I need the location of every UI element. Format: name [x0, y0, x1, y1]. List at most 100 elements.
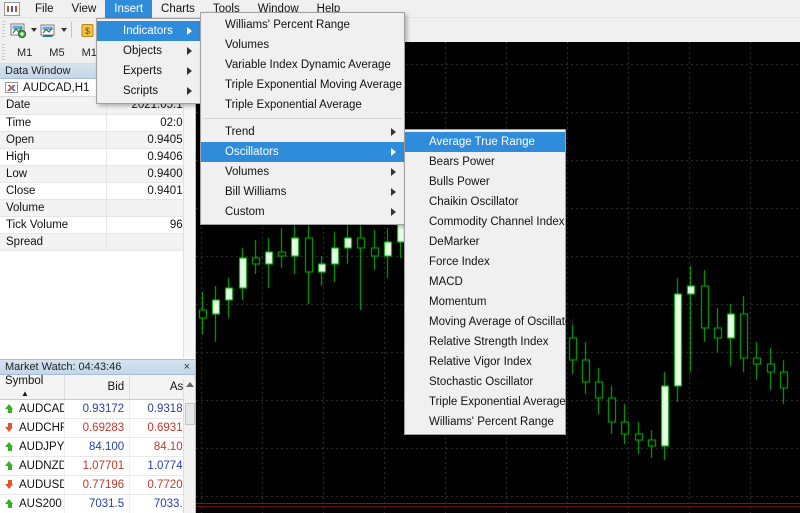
market-watch-header-row: Symbol ▲ Bid Ask [0, 375, 195, 400]
insert-menu-item-scripts[interactable]: Scripts [97, 81, 200, 101]
market-watch-row[interactable]: AUDUSD 0.77196 0.77201 [0, 475, 195, 495]
market-watch-table: Symbol ▲ Bid Ask AUDCAD 0.93172 0.93182 AUD… [0, 375, 195, 513]
toolbar-grip[interactable] [2, 21, 5, 39]
menu-insert[interactable]: Insert [105, 0, 153, 18]
data-window-value: 0 [106, 199, 195, 217]
symbol-cell: AUDNZD [0, 456, 66, 476]
data-window-scrollbar[interactable] [183, 64, 195, 358]
menu-item-label: Commodity Channel Index [429, 216, 565, 228]
oscillators-menu-item-momentum[interactable]: Momentum [405, 292, 565, 312]
symbol-label: AUDUSD [19, 479, 65, 491]
oscillators-menu-item-macd[interactable]: MACD [405, 272, 565, 292]
menu-item-label: Relative Strength Index [429, 336, 549, 348]
oscillators-menu-item-williams-percent-range[interactable]: Williams' Percent Range [405, 412, 565, 432]
menu-item-label: Force Index [429, 256, 490, 268]
submenu-arrow-icon [187, 27, 192, 35]
timeframe-m5[interactable]: M5 [42, 45, 71, 61]
indicators-menu-item-variable-index-dynamic-average[interactable]: Variable Index Dynamic Average [201, 55, 404, 75]
indicators-menu-item-custom[interactable]: Custom [201, 202, 404, 222]
oscillators-menu-item-bears-power[interactable]: Bears Power [405, 152, 565, 172]
oscillators-menu-item-moving-average-of-oscillator[interactable]: Moving Average of Oscillator [405, 312, 575, 332]
menu-item-label: Momentum [429, 296, 487, 308]
chart-symbol-icon [5, 82, 18, 93]
oscillators-menu-item-demarker[interactable]: DeMarker [405, 232, 565, 252]
column-header-bid[interactable]: Bid [64, 375, 131, 400]
data-window-value: 0.94067 [106, 148, 195, 166]
data-window-table: Date 2021.05.19 Time 02:00 Open 0.94056 High 0.… [0, 97, 195, 251]
oscillators-menu-item-stochastic-oscillator[interactable]: Stochastic Oscillator [405, 372, 565, 392]
new-order-icon[interactable]: $ [77, 20, 98, 40]
price-up-icon [5, 461, 14, 470]
oscillators-menu-item-relative-strength-index[interactable]: Relative Strength Index [405, 332, 565, 352]
column-header-symbol[interactable]: Symbol ▲ [0, 375, 66, 400]
toolbar-separator [71, 22, 72, 38]
timeframe-grip[interactable] [2, 43, 5, 62]
oscillators-menu-item-relative-vigor-index[interactable]: Relative Vigor Index [405, 352, 565, 372]
indicators-menu-item-oscillators[interactable]: Oscillators [201, 142, 404, 162]
svg-text:$: $ [85, 26, 90, 36]
menu-file[interactable]: File [26, 0, 63, 18]
timeframe-m1[interactable]: M1 [10, 45, 39, 61]
data-window-value: 0.94056 [106, 131, 195, 149]
oscillators-menu-item-bulls-power[interactable]: Bulls Power [405, 172, 565, 192]
oscillators-menu-item-chaikin-oscillator[interactable]: Chaikin Oscillator [405, 192, 565, 212]
market-watch-row[interactable]: AUDCAD 0.93172 0.93182 [0, 399, 195, 419]
indicators-menu-item-triple-exponential-average[interactable]: Triple Exponential Average [201, 95, 404, 115]
menu-item-label: DeMarker [429, 236, 480, 248]
data-window-row: Tick Volume 960 [0, 216, 195, 234]
menu-charts[interactable]: Charts [152, 0, 204, 18]
scrollbar-thumb[interactable] [185, 403, 195, 425]
bid-cell: 0.69283 [64, 418, 131, 438]
oscillators-menu-item-average-true-range[interactable]: Average True Range [405, 132, 565, 152]
market-watch-scrollbar[interactable] [183, 379, 195, 513]
oscillators-menu-item-commodity-channel-index[interactable]: Commodity Channel Index [405, 212, 565, 232]
data-window-row: Close 0.94017 [0, 182, 195, 200]
left-dock: Data Window AUDCAD,H1 Date 2021.05.19 Time… [0, 64, 196, 513]
menu-item-label: Variable Index Dynamic Average [225, 59, 391, 71]
oscillators-menu-item-triple-exponential-average[interactable]: Triple Exponential Average [405, 392, 566, 412]
menu-item-label: Experts [123, 65, 162, 77]
menu-item-label: Triple Exponential Moving Average [225, 79, 403, 91]
scroll-up-icon[interactable] [186, 382, 194, 387]
price-up-icon [5, 499, 14, 508]
data-window-row: Spread6 [0, 233, 195, 251]
indicators-menu-item-trend[interactable]: Trend [201, 122, 404, 142]
new-chart-icon[interactable] [8, 20, 29, 40]
bid-cell: 0.93172 [64, 399, 131, 419]
market-watch-row[interactable]: AUDJPY 84.100 84.105 [0, 437, 195, 457]
symbol-cell: AUDCAD [0, 399, 66, 419]
price-up-icon [5, 404, 14, 413]
close-icon[interactable]: × [184, 360, 190, 375]
bid-cell: 84.100 [64, 437, 131, 457]
indicators-menu-item-williams-percent-range[interactable]: Williams' Percent Range [201, 15, 404, 35]
oscillators-menu-item-force-index[interactable]: Force Index [405, 252, 565, 272]
indicators-menu-item-bill-williams[interactable]: Bill Williams [201, 182, 404, 202]
profiles-icon[interactable] [38, 20, 59, 40]
symbol-cell: AUDUSD [0, 475, 66, 495]
indicators-menu-item-triple-exponential-moving-average[interactable]: Triple Exponential Moving Average [201, 75, 404, 95]
bid-cell: 7031.5 [64, 494, 131, 513]
submenu-arrow-icon [187, 47, 192, 55]
profiles-dropdown-icon[interactable] [61, 28, 67, 32]
menu-item-label: Bill Williams [225, 186, 287, 198]
indicators-menu-item-volumes[interactable]: Volumes [201, 35, 404, 55]
bid-cell: 0.77196 [64, 475, 131, 495]
bid-cell: 1.07701 [64, 456, 131, 476]
column-label-symbol: Symbol [5, 375, 44, 387]
market-watch-row[interactable]: AUDNZD 1.07701 1.07740 [0, 456, 195, 476]
data-window-row: Volume0 [0, 199, 195, 217]
market-watch-row[interactable]: AUDCHF 0.69283 0.69313 [0, 418, 195, 438]
data-window-row: Open 0.94056 [0, 131, 195, 149]
indicators-menu-item-volumes[interactable]: Volumes [201, 162, 404, 182]
menu-item-label: Volumes [225, 166, 270, 178]
data-window-key: Date [0, 97, 107, 115]
market-watch-row[interactable]: AUS200 7031.5 7033.0 [0, 494, 195, 513]
menu-view[interactable]: View [63, 0, 106, 18]
insert-menu-item-objects[interactable]: Objects [97, 41, 200, 61]
insert-menu-item-experts[interactable]: Experts [97, 61, 200, 81]
menu-item-label: Williams' Percent Range [429, 416, 554, 428]
data-window-key: Open [0, 131, 107, 149]
new-chart-dropdown-icon[interactable] [31, 28, 37, 32]
insert-menu-item-indicators[interactable]: Indicators [97, 21, 200, 41]
chart-bid-line [196, 503, 800, 504]
